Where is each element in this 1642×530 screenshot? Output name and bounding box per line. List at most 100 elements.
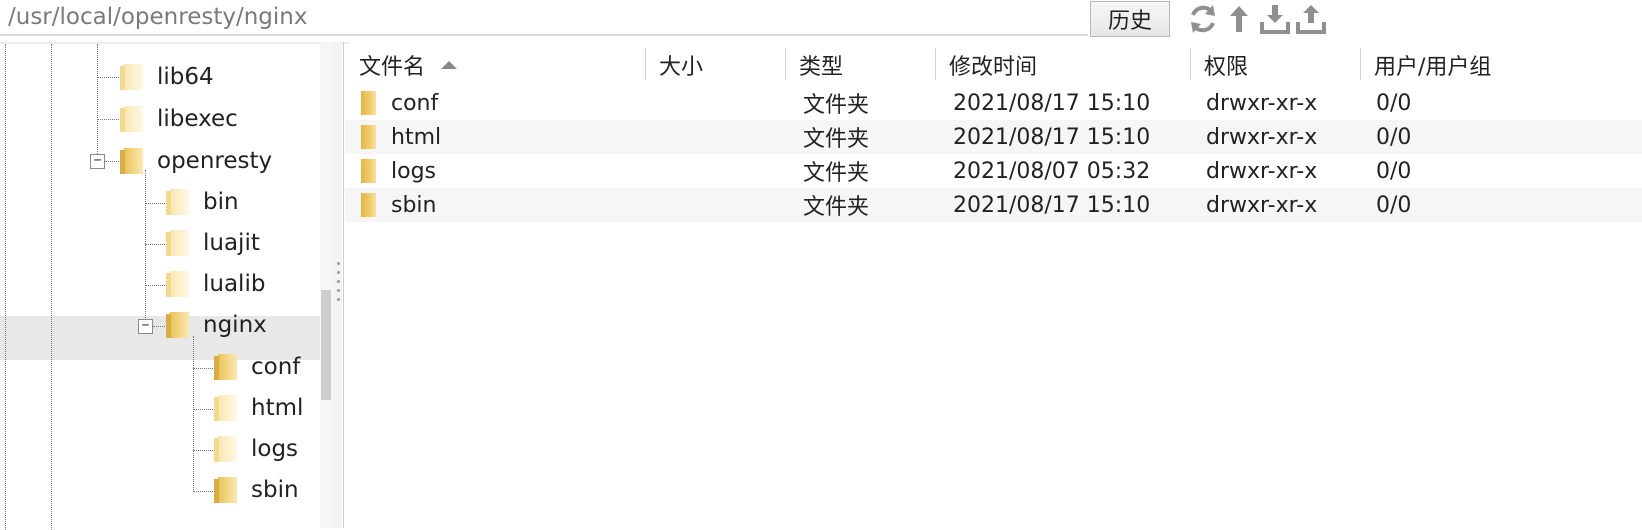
table-header: 文件名 大小 类型 修改时间 权限 用户/用户组 <box>345 44 1642 86</box>
file-owner: 0/0 <box>1376 158 1412 184</box>
folder-icon <box>214 354 237 380</box>
file-permissions: drwxr-xr-x <box>1206 158 1318 184</box>
history-button[interactable]: 历史 <box>1090 1 1170 37</box>
tree-node-html[interactable]: html <box>214 388 304 428</box>
path-bar: 历史 <box>0 0 1642 40</box>
folder-icon <box>120 64 143 90</box>
column-header-label: 修改时间 <box>949 55 1038 80</box>
tree-node-lib64[interactable]: lib64 <box>120 57 214 97</box>
splitter-grip-icon <box>337 298 340 301</box>
column-header-label: 用户/用户组 <box>1374 55 1492 80</box>
tree-node-label: openresty <box>157 148 273 174</box>
file-name: sbin <box>391 192 437 218</box>
splitter-grip-icon <box>337 262 340 265</box>
sort-ascending-icon <box>441 61 458 69</box>
tree-node-label: conf <box>251 354 301 380</box>
pane-splitter[interactable] <box>332 42 342 528</box>
tree-node-sbin[interactable]: sbin <box>214 470 299 510</box>
tree-guide-line <box>51 44 52 530</box>
tree-scrollbar-thumb[interactable] <box>321 290 331 400</box>
download-icon[interactable] <box>1258 2 1292 36</box>
column-header-permissions[interactable]: 权限 <box>1190 44 1360 86</box>
column-header-owner[interactable]: 用户/用户组 <box>1360 44 1642 86</box>
tree-node-label: nginx <box>203 312 267 338</box>
tree-guide-line <box>193 336 194 492</box>
file-name: logs <box>391 158 436 184</box>
column-header-modified[interactable]: 修改时间 <box>935 44 1190 86</box>
tree-node-label: luajit <box>203 230 260 256</box>
tree-node-label: libexec <box>157 106 238 132</box>
collapse-toggle-openresty[interactable]: − <box>90 154 105 169</box>
file-permissions: drwxr-xr-x <box>1206 124 1318 150</box>
folder-icon <box>214 477 237 503</box>
table-row[interactable]: conf 文件夹 2021/08/17 15:10 drwxr-xr-x 0/0 <box>345 86 1642 120</box>
pane-divider <box>343 42 344 528</box>
file-owner: 0/0 <box>1376 90 1412 116</box>
file-modified: 2021/08/07 05:32 <box>953 158 1151 184</box>
tree-scrollbar[interactable] <box>320 42 332 528</box>
tree-guide-line <box>145 170 146 326</box>
splitter-grip-icon <box>337 271 340 274</box>
tree-guide-line <box>97 119 121 120</box>
upload-icon[interactable] <box>1294 2 1328 36</box>
tree-node-lualib[interactable]: lualib <box>166 264 266 304</box>
table-row[interactable]: logs 文件夹 2021/08/07 05:32 drwxr-xr-x 0/0 <box>345 154 1642 188</box>
column-header-label: 类型 <box>799 55 844 80</box>
refresh-icon[interactable] <box>1186 2 1220 36</box>
file-type: 文件夹 <box>803 195 870 220</box>
file-name: html <box>391 124 442 150</box>
column-header-type[interactable]: 类型 <box>785 44 935 86</box>
tree-node-libexec[interactable]: libexec <box>120 99 238 139</box>
tree-node-label: html <box>251 395 304 421</box>
tree-node-nginx[interactable]: nginx <box>166 305 267 345</box>
up-arrow-icon[interactable] <box>1222 2 1256 36</box>
tree-node-logs[interactable]: logs <box>214 429 299 469</box>
folder-icon <box>214 436 237 462</box>
splitter-grip-icon <box>337 289 340 292</box>
column-header-label: 大小 <box>659 55 704 80</box>
file-owner: 0/0 <box>1376 124 1412 150</box>
tree-node-label: lualib <box>203 271 266 297</box>
folder-icon <box>120 148 143 174</box>
file-type: 文件夹 <box>803 93 870 118</box>
folder-icon <box>166 230 189 256</box>
folder-icon <box>361 159 376 183</box>
folder-icon <box>361 125 376 149</box>
tree-node-label: bin <box>203 189 239 215</box>
folder-icon <box>214 395 237 421</box>
table-row[interactable]: html 文件夹 2021/08/17 15:10 drwxr-xr-x 0/0 <box>345 120 1642 154</box>
folder-icon <box>361 193 376 217</box>
folder-icon <box>166 271 189 297</box>
tree-guide-line <box>97 77 121 78</box>
file-modified: 2021/08/17 15:10 <box>953 124 1151 150</box>
column-header-label: 文件名 <box>359 55 426 80</box>
column-header-size[interactable]: 大小 <box>645 44 785 86</box>
directory-tree: − − lib64 libexec openresty bin luajit l… <box>0 42 350 530</box>
file-modified: 2021/08/17 15:10 <box>953 90 1151 116</box>
folder-icon <box>361 91 376 115</box>
tree-guide-line <box>5 44 6 530</box>
table-row[interactable]: sbin 文件夹 2021/08/17 15:10 drwxr-xr-x 0/0 <box>345 188 1642 222</box>
collapse-toggle-nginx[interactable]: − <box>138 319 153 334</box>
column-header-name[interactable]: 文件名 <box>345 44 645 86</box>
tree-node-label: lib64 <box>157 64 214 90</box>
tree-node-luajit[interactable]: luajit <box>166 223 260 263</box>
path-input[interactable] <box>0 0 1088 36</box>
file-name: conf <box>391 90 439 116</box>
tree-node-openresty[interactable]: openresty <box>120 141 273 181</box>
file-permissions: drwxr-xr-x <box>1206 90 1318 116</box>
tree-guide-line <box>97 44 98 158</box>
tree-guide-line <box>105 161 121 162</box>
file-owner: 0/0 <box>1376 192 1412 218</box>
tree-node-conf[interactable]: conf <box>214 347 301 387</box>
folder-icon <box>120 106 143 132</box>
tree-node-label: logs <box>251 436 299 462</box>
file-type: 文件夹 <box>803 161 870 186</box>
column-header-label: 权限 <box>1204 55 1249 80</box>
file-type: 文件夹 <box>803 127 870 152</box>
file-permissions: drwxr-xr-x <box>1206 192 1318 218</box>
splitter-grip-icon <box>337 280 340 283</box>
tree-node-bin[interactable]: bin <box>166 182 239 222</box>
folder-icon <box>166 312 189 338</box>
folder-icon <box>166 189 189 215</box>
